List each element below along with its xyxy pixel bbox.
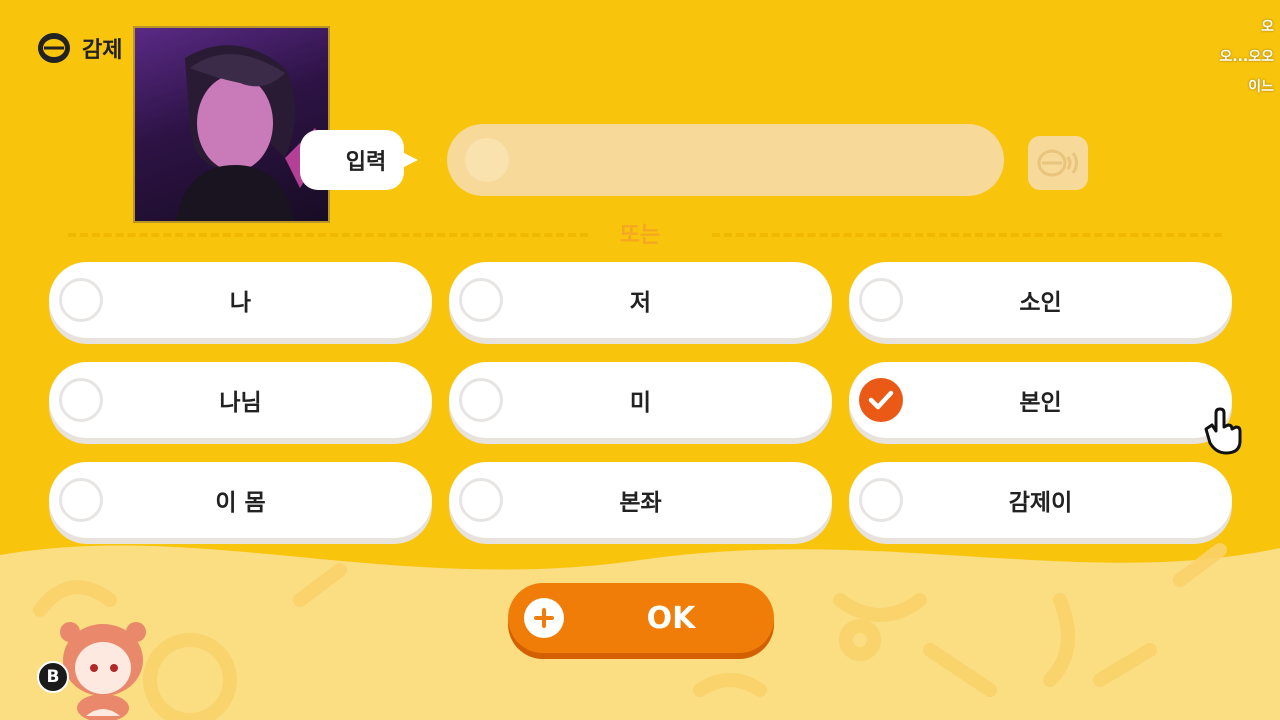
option-label: 소인 <box>1019 290 1062 316</box>
option-button-selected[interactable]: 본인 <box>849 362 1232 438</box>
option-label: 본좌 <box>619 490 662 516</box>
option-button[interactable]: 소인 <box>849 262 1232 338</box>
option-button[interactable]: 감제이 <box>849 462 1232 538</box>
streamer-avatar <box>133 26 330 223</box>
option-label: 미 <box>629 390 652 416</box>
lips-logo-icon <box>38 33 70 63</box>
option-button[interactable]: 미 <box>449 362 832 438</box>
app-title: 감제 <box>82 38 123 63</box>
mascot-character <box>60 622 146 720</box>
or-label: 또는 <box>619 223 661 248</box>
ok-button[interactable]: OK <box>508 583 774 653</box>
app-header: 감제 <box>36 30 122 66</box>
name-input[interactable] <box>447 124 1004 196</box>
overlay-chat-text: 이느 <box>1248 79 1274 95</box>
option-button[interactable]: 나 <box>49 262 432 338</box>
input-radio <box>465 138 509 182</box>
b-button-label: B <box>46 667 60 687</box>
voice-lips-icon <box>1037 149 1078 177</box>
option-label: 감제이 <box>1008 490 1073 516</box>
overlay-chat-text: 오 <box>1261 19 1274 35</box>
voice-button[interactable] <box>1028 136 1088 190</box>
option-label: 저 <box>629 290 652 316</box>
option-label: 본인 <box>1019 390 1062 416</box>
overlay-chat-text: 오...오오 <box>1219 49 1274 65</box>
option-label: 이 몸 <box>215 490 266 516</box>
hand-cursor-icon <box>1204 407 1242 455</box>
ok-label: OK <box>646 600 696 636</box>
b-back-button[interactable]: B <box>37 661 69 693</box>
option-label: 나 <box>229 290 252 316</box>
option-button[interactable]: 저 <box>449 262 832 338</box>
plus-icon <box>524 598 564 638</box>
input-label-bubble: 입력 <box>300 130 418 190</box>
input-label: 입력 <box>345 150 387 175</box>
divider-right <box>712 233 1222 237</box>
divider-left <box>68 233 588 237</box>
option-button[interactable]: 나님 <box>49 362 432 438</box>
option-button[interactable]: 이 몸 <box>49 462 432 538</box>
option-label: 나님 <box>219 390 262 416</box>
option-button[interactable]: 본좌 <box>449 462 832 538</box>
